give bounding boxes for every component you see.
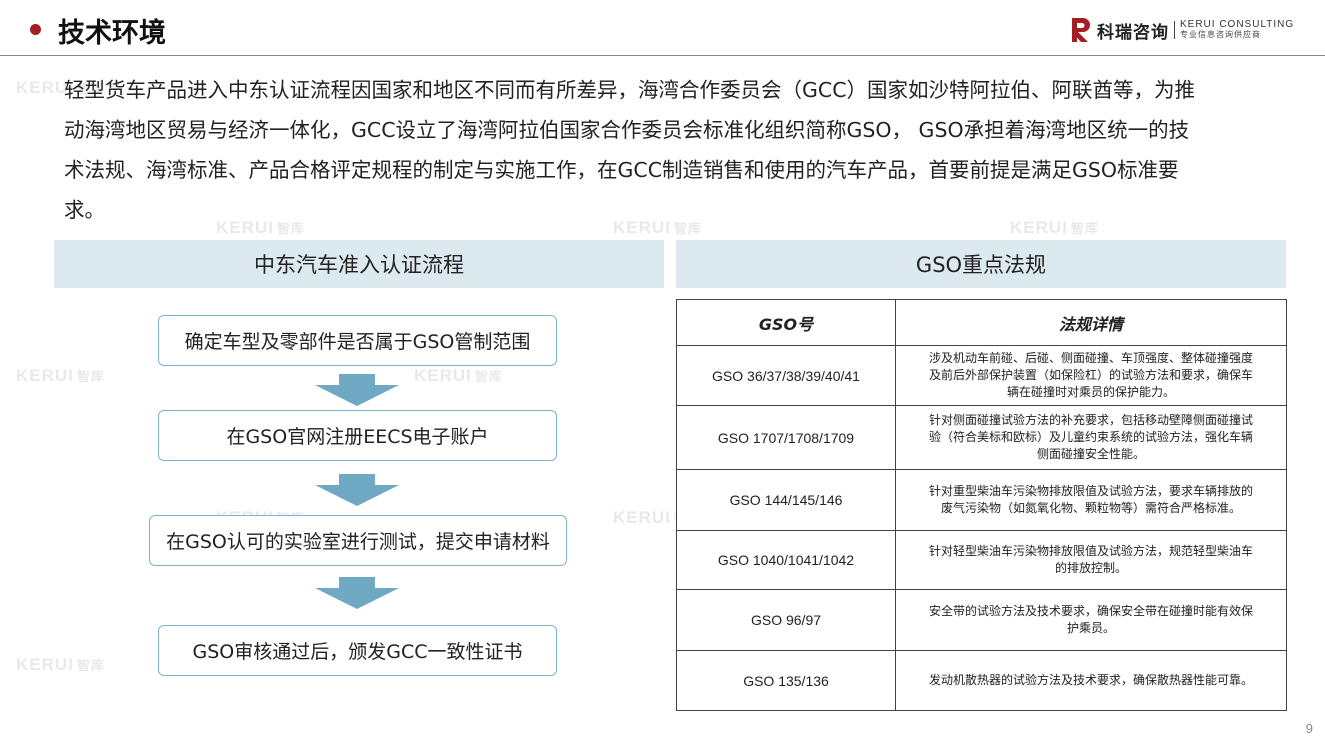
gso-number: GSO 144/145/146 xyxy=(676,469,896,531)
regulations-section-title: GSO重点法规 xyxy=(676,240,1286,288)
logo-divider xyxy=(1174,21,1175,39)
page-title: 技术环境 xyxy=(58,18,166,49)
detail-line: 发动机散热器的试验方法及技术要求，确保散热器性能可靠。 xyxy=(928,673,1253,687)
regulation-detail: 针对重型柴油车污染物排放限值及试验方法，要求车辆排放的 废气污染物（如氮氧化物、… xyxy=(895,469,1287,531)
column-header-gso-number: GSO号 xyxy=(676,299,896,346)
gso-number: GSO 36/37/38/39/40/41 xyxy=(676,345,896,406)
watermark: KERUI智库 xyxy=(414,366,503,385)
table-row: GSO 36/37/38/39/40/41 涉及机动车前碰、后碰、侧面碰撞、车顶… xyxy=(676,345,1287,406)
watermark: KERUI智库 xyxy=(16,655,105,674)
intro-line: 动海湾地区贸易与经济一体化，GCC设立了海湾阿拉伯国家合作委员会标准化组织简称G… xyxy=(64,118,1190,142)
detail-line: 辆在碰撞时对乘员的保护能力。 xyxy=(1006,385,1175,399)
regulation-detail: 安全带的试验方法及技术要求，确保安全带在碰撞时能有效保 护乘员。 xyxy=(895,589,1287,651)
column-header-details: 法规详情 xyxy=(895,299,1287,346)
table-row: GSO 96/97 安全带的试验方法及技术要求，确保安全带在碰撞时能有效保 护乘… xyxy=(676,589,1287,651)
logo-r-icon xyxy=(1070,17,1092,43)
down-arrow-icon xyxy=(315,577,399,609)
slide-header: 技术环境 科瑞咨询 KERUI CONSULTING 专业信息咨询供应商 xyxy=(0,0,1325,56)
down-arrow-icon xyxy=(315,374,399,406)
gso-number: GSO 135/136 xyxy=(676,650,896,711)
flow-section-title: 中东汽车准入认证流程 xyxy=(54,240,664,288)
intro-line: 轻型货车产品进入中东认证流程因国家和地区不同而有所差异，海湾合作委员会（GCC）… xyxy=(64,78,1196,102)
detail-line: 废气污染物（如氮氧化物、颗粒物等）需符合严格标准。 xyxy=(940,501,1241,515)
flow-step-1: 确定车型及零部件是否属于GSO管制范围 xyxy=(158,315,557,366)
detail-line: 针对侧面碰撞试验方法的补充要求，包括移动壁障侧面碰撞试 xyxy=(928,413,1253,427)
gso-number: GSO 1707/1708/1709 xyxy=(676,405,896,470)
detail-line: 及前后外部保护装置（如保险杠）的试验方法和要求，确保车 xyxy=(928,368,1253,382)
title-bullet-icon xyxy=(30,24,41,35)
intro-paragraph: 轻型货车产品进入中东认证流程因国家和地区不同而有所差异，海湾合作委员会（GCC）… xyxy=(64,70,1309,230)
table-row: GSO 1707/1708/1709 针对侧面碰撞试验方法的补充要求，包括移动壁… xyxy=(676,405,1287,470)
detail-line: 的排放控制。 xyxy=(1054,561,1127,575)
detail-line: 护乘员。 xyxy=(1066,621,1115,635)
flow-step-4: GSO审核通过后，颁发GCC一致性证书 xyxy=(158,625,557,676)
table-row: GSO 144/145/146 针对重型柴油车污染物排放限值及试验方法，要求车辆… xyxy=(676,469,1287,531)
page-number: 9 xyxy=(1305,721,1313,736)
watermark: KERUI智库 xyxy=(16,366,105,385)
table-row: GSO 1040/1041/1042 针对轻型柴油车污染物排放限值及试验方法，规… xyxy=(676,530,1287,590)
detail-line: 针对重型柴油车污染物排放限值及试验方法，要求车辆排放的 xyxy=(928,484,1253,498)
regulation-detail: 发动机散热器的试验方法及技术要求，确保散热器性能可靠。 xyxy=(895,650,1287,711)
table-row: GSO 135/136 发动机散热器的试验方法及技术要求，确保散热器性能可靠。 xyxy=(676,650,1287,711)
detail-line: 涉及机动车前碰、后碰、侧面碰撞、车顶强度、整体碰撞强度 xyxy=(928,351,1253,365)
detail-line: 针对轻型柴油车污染物排放限值及试验方法，规范轻型柴油车 xyxy=(928,544,1253,558)
flow-step-3: 在GSO认可的实验室进行测试，提交申请材料 xyxy=(149,515,567,566)
flow-step-2: 在GSO官网注册EECS电子账户 xyxy=(158,410,557,461)
detail-line: 侧面碰撞安全性能。 xyxy=(1036,447,1145,461)
regulation-detail: 涉及机动车前碰、后碰、侧面碰撞、车顶强度、整体碰撞强度 及前后外部保护装置（如保… xyxy=(895,345,1287,406)
regulation-detail: 针对轻型柴油车污染物排放限值及试验方法，规范轻型柴油车 的排放控制。 xyxy=(895,530,1287,590)
logo-name: 科瑞咨询 xyxy=(1097,22,1169,43)
detail-line: 安全带的试验方法及技术要求，确保安全带在碰撞时能有效保 xyxy=(928,604,1253,618)
regulations-table: GSO号 法规详情 GSO 36/37/38/39/40/41 涉及机动车前碰、… xyxy=(676,299,1287,711)
gso-number: GSO 96/97 xyxy=(676,589,896,651)
intro-line: 求。 xyxy=(64,198,105,222)
regulation-detail: 针对侧面碰撞试验方法的补充要求，包括移动壁障侧面碰撞试 验（符合美标和欧标）及儿… xyxy=(895,405,1287,470)
table-header-row: GSO号 法规详情 xyxy=(676,299,1287,346)
detail-line: 验（符合美标和欧标）及儿童约束系统的试验方法，强化车辆 xyxy=(928,430,1253,444)
down-arrow-icon xyxy=(315,474,399,506)
intro-line: 术法规、海湾标准、产品合格评定规程的制定与实施工作，在GCC制造销售和使用的汽车… xyxy=(64,158,1179,182)
logo-tagline: 专业信息咨询供应商 xyxy=(1180,30,1261,39)
gso-number: GSO 1040/1041/1042 xyxy=(676,530,896,590)
logo-english: KERUI CONSULTING xyxy=(1180,19,1295,30)
company-logo: 科瑞咨询 KERUI CONSULTING 专业信息咨询供应商 xyxy=(1070,16,1294,44)
